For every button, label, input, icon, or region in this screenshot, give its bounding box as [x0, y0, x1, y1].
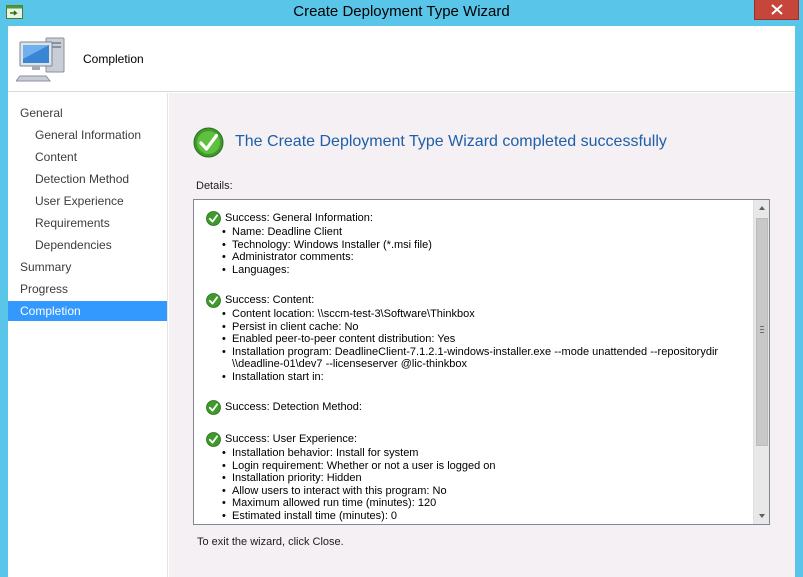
scroll-down-button[interactable]: [754, 508, 770, 524]
list-item: Installation priority: Hidden: [222, 472, 744, 485]
computer-icon: [16, 32, 70, 86]
scroll-grip-icon: [760, 326, 764, 335]
wizard-content: The Create Deployment Type Wizard comple…: [169, 93, 795, 577]
wizard-nav: General General Information Content Dete…: [8, 93, 168, 577]
list-item: Technology: Windows Installer (*.msi fil…: [222, 239, 744, 252]
list-item: Installation start in:: [222, 371, 744, 384]
details-label: Details:: [196, 180, 233, 192]
section-title: Success: Content:: [225, 294, 314, 307]
nav-item-requirements[interactable]: Requirements: [35, 213, 110, 233]
list-item: Name: Deadline Client: [222, 226, 744, 239]
window-frame-left: [0, 26, 8, 577]
details-content: Success: General Information:Name: Deadl…: [194, 200, 754, 524]
wizard-header: Completion: [8, 26, 795, 92]
section-heading: Success: Content:: [206, 292, 744, 308]
list-item: Content location: \\sccm-test-3\Software…: [222, 308, 744, 321]
exit-instructions: To exit the wizard, click Close.: [197, 536, 344, 548]
list-item: Administrator comments:: [222, 251, 744, 264]
scroll-thumb[interactable]: [756, 218, 768, 446]
section-items: Installation behavior: Install for syste…: [206, 447, 744, 522]
nav-item-general[interactable]: General: [20, 103, 63, 123]
nav-item-summary[interactable]: Summary: [20, 257, 71, 277]
section-heading: Success: Detection Method:: [206, 399, 744, 415]
details-section: Success: User Experience:Installation be…: [206, 431, 744, 522]
section-heading: Success: General Information:: [206, 210, 744, 226]
list-item: Installation program: DeadlineClient-7.1…: [222, 346, 744, 371]
list-item: Languages:: [222, 264, 744, 277]
section-items: Name: Deadline ClientTechnology: Windows…: [206, 226, 744, 276]
window-frame-right: [795, 26, 803, 577]
nav-item-general-information[interactable]: General Information: [35, 125, 141, 145]
nav-item-content[interactable]: Content: [35, 147, 77, 167]
window-title: Create Deployment Type Wizard: [0, 3, 803, 20]
success-small-icon: [206, 293, 221, 308]
completion-headline: The Create Deployment Type Wizard comple…: [235, 133, 667, 151]
details-section: Success: Detection Method:: [206, 399, 744, 415]
section-title: Success: General Information:: [225, 212, 373, 225]
nav-item-completion[interactable]: Completion: [8, 301, 167, 321]
title-bar[interactable]: Create Deployment Type Wizard: [0, 0, 803, 26]
success-small-icon: [206, 400, 221, 415]
section-heading: Success: User Experience:: [206, 431, 744, 447]
list-item: Allow users to interact with this progra…: [222, 485, 744, 498]
success-check-icon: [193, 127, 224, 158]
list-item: Enabled peer-to-peer content distributio…: [222, 333, 744, 346]
section-title: Success: User Experience:: [225, 433, 357, 446]
details-section: Success: Content:Content location: \\scc…: [206, 292, 744, 383]
scroll-up-icon: [754, 200, 770, 216]
list-item: Persist in client cache: No: [222, 321, 744, 334]
list-item: Estimated install time (minutes): 0: [222, 510, 744, 523]
nav-item-dependencies[interactable]: Dependencies: [35, 235, 112, 255]
list-item: Installation behavior: Install for syste…: [222, 447, 744, 460]
close-button[interactable]: [754, 0, 799, 20]
details-section: Success: General Information:Name: Deadl…: [206, 210, 744, 276]
success-small-icon: [206, 211, 221, 226]
list-item: Maximum allowed run time (minutes): 120: [222, 497, 744, 510]
scroll-down-icon: [754, 508, 770, 524]
details-scrollbar[interactable]: [753, 200, 769, 524]
list-item: Login requirement: Whether or not a user…: [222, 460, 744, 473]
success-small-icon: [206, 432, 221, 447]
nav-item-user-experience[interactable]: User Experience: [35, 191, 124, 211]
scroll-up-button[interactable]: [754, 200, 770, 216]
nav-item-progress[interactable]: Progress: [20, 279, 68, 299]
section-title: Success: Detection Method:: [225, 401, 362, 414]
page-title: Completion: [83, 52, 144, 66]
details-textbox[interactable]: Success: General Information:Name: Deadl…: [193, 199, 770, 525]
nav-item-detection-method[interactable]: Detection Method: [35, 169, 129, 189]
close-icon: [771, 4, 783, 15]
section-items: Content location: \\sccm-test-3\Software…: [206, 308, 744, 383]
